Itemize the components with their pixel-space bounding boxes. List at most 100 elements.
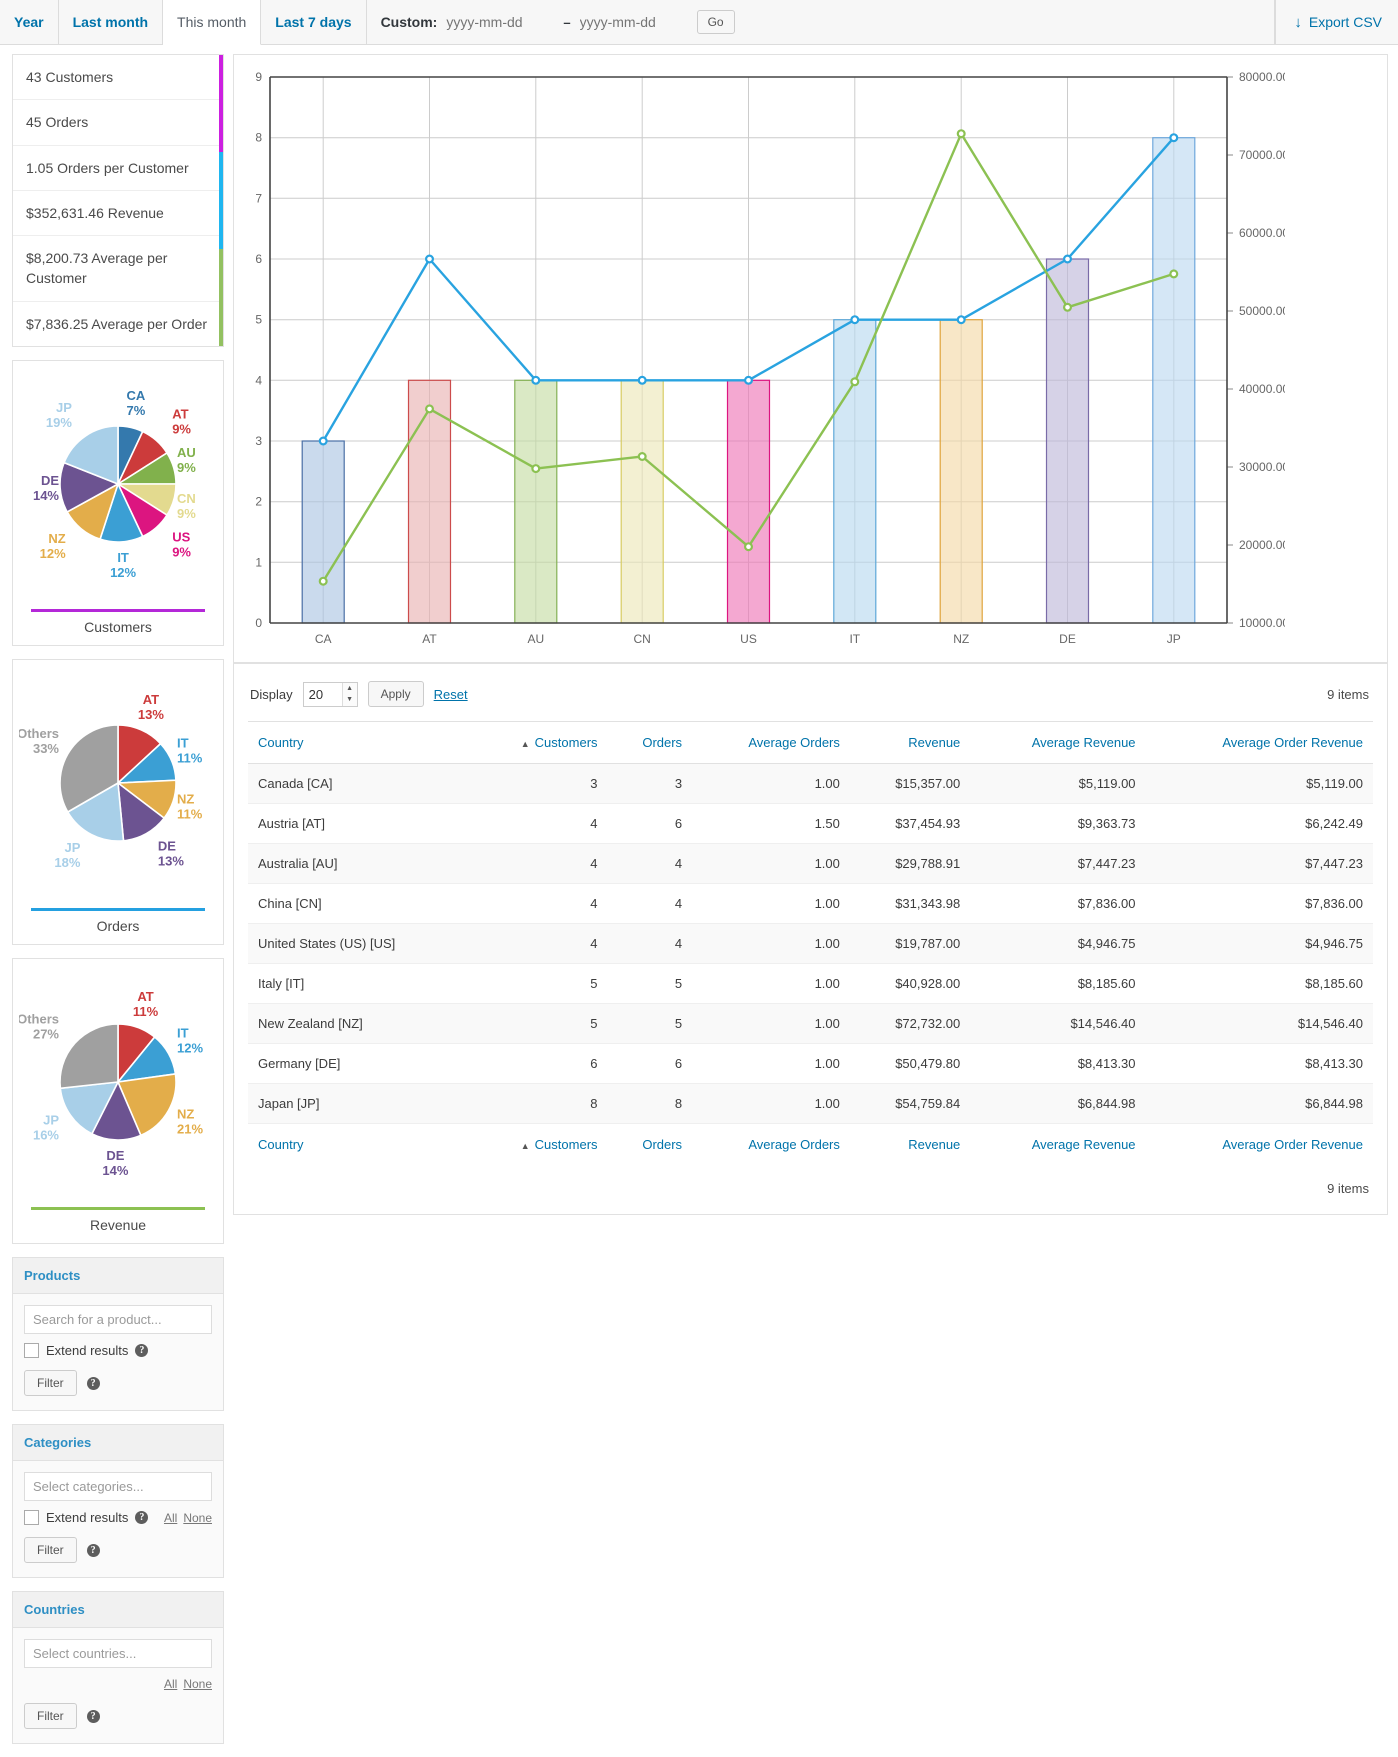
date-from-input[interactable] [446,12,554,32]
period-tab-last-7-days[interactable]: Last 7 days [261,0,366,44]
bar-au[interactable] [515,380,557,623]
filter-button-countries[interactable]: Filter [24,1703,77,1729]
column-header-customers[interactable]: ▲Customers [471,1124,608,1166]
table-row[interactable]: Canada [CA]331.00$15,357.00$5,119.00$5,1… [248,764,1373,804]
point-orders-au[interactable] [532,377,539,384]
table-row[interactable]: United States (US) [US]441.00$19,787.00$… [248,924,1373,964]
period-tab-last-month[interactable]: Last month [59,0,163,44]
cell-average_order_revenue: $14,546.40 [1146,1004,1373,1044]
table-row[interactable]: Australia [AU]441.00$29,788.91$7,447.23$… [248,844,1373,884]
pie-label-de: DE [106,1148,124,1163]
column-header-revenue[interactable]: Revenue [850,722,970,764]
point-orders-cn[interactable] [639,377,646,384]
stepper-up-icon[interactable]: ▲ [343,683,357,695]
countries-search-input[interactable] [24,1639,212,1668]
categories-search-input[interactable] [24,1472,212,1501]
stats-accent-bars [219,55,223,346]
stepper-down-icon[interactable]: ▼ [343,694,357,706]
bar-cn[interactable] [621,380,663,623]
point-revenue-us[interactable] [745,543,752,550]
point-orders-ca[interactable] [320,438,327,445]
point-orders-de[interactable] [1064,256,1071,263]
point-orders-at[interactable] [426,256,433,263]
column-header-average_order_revenue[interactable]: Average Order Revenue [1146,722,1373,764]
point-orders-jp[interactable] [1170,134,1177,141]
stepper-arrows[interactable]: ▲ ▼ [342,683,357,706]
cell-country: United States (US) [US] [248,924,471,964]
help-icon[interactable]: ? [87,1377,100,1390]
pie-title-orders: Orders [19,911,217,944]
table-row[interactable]: Italy [IT]551.00$40,928.00$8,185.60$8,18… [248,964,1373,1004]
point-revenue-au[interactable] [532,465,539,472]
filter-button-categories[interactable]: Filter [24,1537,77,1563]
custom-range-group: Custom: – Go [367,0,1276,44]
display-count-stepper[interactable]: ▲ ▼ [303,682,358,707]
column-header-customers[interactable]: ▲Customers [471,722,608,764]
pie-percent-cn: 9% [177,506,196,521]
main-content: 012345678910000.0020000.0030000.0040000.… [224,45,1398,1215]
point-revenue-nz[interactable] [958,130,965,137]
bar-de[interactable] [1047,259,1089,623]
column-header-label: Revenue [908,1137,960,1152]
point-orders-us[interactable] [745,377,752,384]
filter-panel-products: ProductsExtend results?Filter? [12,1257,224,1411]
pie-label-jp: JP [43,1113,59,1128]
extend-results-checkbox-categories[interactable] [24,1510,39,1525]
extend-results-checkbox-products[interactable] [24,1343,39,1358]
table-row[interactable]: China [CN]441.00$31,343.98$7,836.00$7,83… [248,884,1373,924]
column-header-country[interactable]: Country [248,1124,471,1166]
bar-us[interactable] [728,380,770,623]
column-header-average_order_revenue[interactable]: Average Order Revenue [1146,1124,1373,1166]
select-none-link-countries[interactable]: None [183,1677,212,1691]
column-header-revenue[interactable]: Revenue [850,1124,970,1166]
point-orders-nz[interactable] [958,316,965,323]
select-none-link-categories[interactable]: None [183,1511,212,1525]
help-icon[interactable]: ? [135,1511,148,1524]
stat-row: 45 Orders [13,100,223,145]
filter-body-products: Extend results?Filter? [13,1294,223,1410]
display-count-input[interactable] [304,683,342,706]
select-all-link-countries[interactable]: All [164,1677,177,1691]
filter-title-categories: Categories [13,1425,223,1461]
period-tab-this-month[interactable]: This month [163,0,261,45]
help-icon[interactable]: ? [87,1710,100,1723]
bar-ca[interactable] [302,441,344,623]
table-row[interactable]: Germany [DE]661.00$50,479.80$8,413.30$8,… [248,1044,1373,1084]
column-header-average_revenue[interactable]: Average Revenue [970,1124,1145,1166]
column-header-label: Customers [535,1137,598,1152]
point-revenue-it[interactable] [851,378,858,385]
date-to-input[interactable] [580,12,688,32]
products-search-input[interactable] [24,1305,212,1334]
export-csv-button[interactable]: ↓ Export CSV [1275,0,1398,44]
table-row[interactable]: Austria [AT]461.50$37,454.93$9,363.73$6,… [248,804,1373,844]
select-all-link-categories[interactable]: All [164,1511,177,1525]
help-icon[interactable]: ? [135,1344,148,1357]
column-header-country[interactable]: Country [248,722,471,764]
apply-button[interactable]: Apply [368,681,424,707]
point-revenue-ca[interactable] [320,578,327,585]
pie-slice-others[interactable] [60,1024,118,1088]
cell-average_revenue: $4,946.75 [970,924,1145,964]
period-tab-year[interactable]: Year [0,0,59,44]
column-header-orders[interactable]: Orders [608,1124,693,1166]
point-revenue-at[interactable] [426,406,433,413]
filter-button-products[interactable]: Filter [24,1370,77,1396]
column-header-average_orders[interactable]: Average Orders [692,722,850,764]
bar-it[interactable] [834,320,876,623]
point-revenue-cn[interactable] [639,453,646,460]
cell-customers: 5 [471,1004,608,1044]
go-button[interactable]: Go [697,10,735,34]
column-header-average_revenue[interactable]: Average Revenue [970,722,1145,764]
bar-nz[interactable] [940,320,982,623]
column-header-orders[interactable]: Orders [608,722,693,764]
items-count-top: 9 items [1327,687,1373,702]
bar-jp[interactable] [1153,138,1195,623]
column-header-average_orders[interactable]: Average Orders [692,1124,850,1166]
point-orders-it[interactable] [851,316,858,323]
point-revenue-jp[interactable] [1170,271,1177,278]
table-row[interactable]: Japan [JP]881.00$54,759.84$6,844.98$6,84… [248,1084,1373,1124]
reset-link[interactable]: Reset [434,687,468,702]
point-revenue-de[interactable] [1064,304,1071,311]
help-icon[interactable]: ? [87,1544,100,1557]
table-row[interactable]: New Zealand [NZ]551.00$72,732.00$14,546.… [248,1004,1373,1044]
